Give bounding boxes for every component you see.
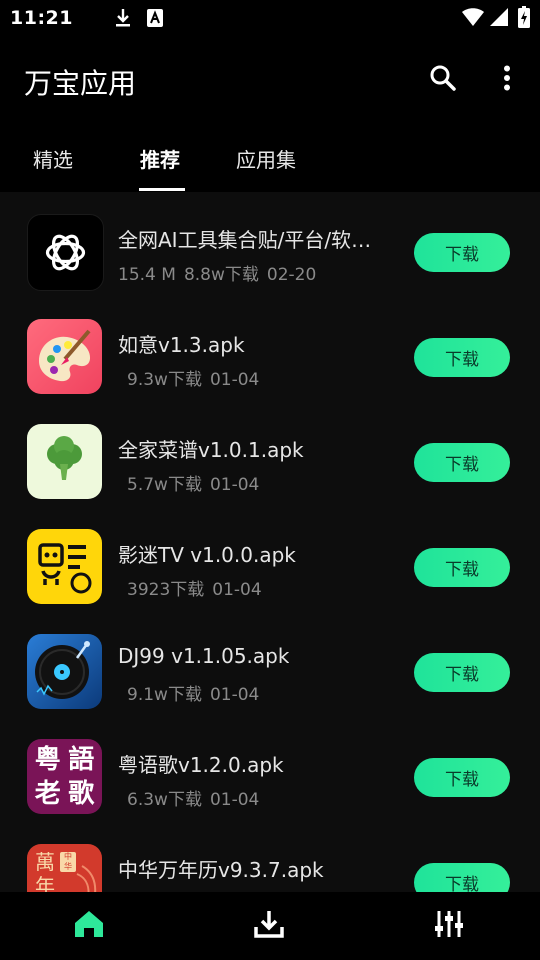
icon-char: 老 — [34, 778, 61, 809]
broccoli-icon — [27, 424, 102, 499]
calendar-icon: 萬 年 中 华 — [27, 844, 102, 892]
tab-app-collections[interactable]: 应用集 — [236, 144, 296, 173]
list-item[interactable]: 如意v1.3.apk 9.3w下载 01-04 下载 — [0, 297, 540, 402]
nav-home[interactable] — [69, 906, 109, 946]
list-item[interactable]: 粤 語 老 歌 粤语歌v1.2.0.apk 6.3w下载 01-04 下载 — [0, 717, 540, 822]
app-title: 万宝应用 — [24, 67, 137, 100]
app-meta: 5.7w下载 01-04 — [127, 470, 267, 495]
status-time: 11:21 — [10, 7, 73, 29]
app-meta: 9.1w下载 01-04 — [127, 680, 267, 705]
app-name: 如意v1.3.apk — [118, 333, 245, 357]
app-list[interactable]: 全网AI工具集合贴/平台/软件... 15.4 M 8.8w下载 02-20 下载 … — [0, 192, 540, 892]
status-bar: 11:21 — [0, 0, 540, 36]
list-item[interactable]: 萬 年 中 华 中华万年历v9.3.7.apk 下载 下载 — [0, 822, 540, 892]
list-item[interactable]: 全家菜谱v1.0.1.apk 5.7w下载 01-04 下载 — [0, 402, 540, 507]
app-bar: 万宝应用 — [0, 36, 540, 122]
home-icon — [73, 909, 105, 943]
download-count: 9.1w下载 — [127, 685, 202, 705]
download-count: 5.7w下载 — [127, 475, 202, 495]
list-item[interactable]: DJ99 v1.1.05.apk 9.1w下载 01-04 下载 — [0, 612, 540, 717]
app-date: 01-04 — [212, 580, 262, 600]
download-button[interactable]: 下载 — [414, 443, 510, 482]
download-count: 8.8w下载 — [183, 265, 259, 285]
a-notification-icon — [146, 8, 164, 32]
download-count: 3923下载 — [127, 580, 205, 600]
settings-sliders-icon — [434, 909, 464, 943]
app-size: 15.4 M — [118, 265, 176, 285]
tv-mascot-icon — [27, 529, 102, 604]
battery-icon — [518, 6, 530, 32]
app-date: 01-04 — [209, 370, 260, 390]
more-options-button[interactable] — [487, 60, 527, 100]
app-meta: 6.3w下载 01-04 — [127, 785, 267, 810]
app-meta: 9.3w下载 01-04 — [127, 365, 267, 390]
download-button[interactable]: 下载 — [414, 338, 510, 377]
signal-icon — [490, 8, 508, 30]
download-status-icon — [114, 8, 132, 32]
nav-settings[interactable] — [429, 906, 469, 946]
cantonese-songs-icon: 粤 語 老 歌 — [27, 739, 102, 814]
download-icon — [253, 909, 285, 943]
vinyl-icon — [27, 634, 102, 709]
search-icon — [429, 64, 457, 96]
app-date: 01-04 — [209, 790, 260, 810]
icon-char: 語 — [68, 745, 95, 775]
palette-icon — [27, 319, 102, 394]
tab-recommended[interactable]: 推荐 — [140, 144, 180, 173]
icon-char: 歌 — [68, 778, 95, 809]
list-item[interactable]: 全网AI工具集合贴/平台/软件... 15.4 M 8.8w下载 02-20 下载 — [0, 192, 540, 297]
app-meta: 3923下载 01-04 — [127, 575, 270, 600]
openai-icon — [27, 214, 104, 291]
download-button[interactable]: 下载 — [414, 758, 510, 797]
app-name: 全网AI工具集合贴/平台/软件... — [118, 228, 388, 252]
wifi-icon — [462, 8, 484, 30]
app-name: DJ99 v1.1.05.apk — [118, 644, 290, 668]
download-count: 6.3w下载 — [127, 790, 202, 810]
nav-downloads[interactable] — [249, 906, 289, 946]
app-date: 01-04 — [209, 685, 260, 705]
download-button[interactable]: 下载 — [414, 548, 510, 587]
icon-char: 粤 — [34, 745, 61, 775]
app-date: 01-04 — [209, 475, 260, 495]
app-name: 粤语歌v1.2.0.apk — [118, 753, 284, 777]
app-name: 中华万年历v9.3.7.apk — [118, 858, 324, 882]
active-tab-indicator — [139, 188, 185, 191]
search-button[interactable] — [423, 60, 463, 100]
bottom-navigation — [0, 892, 540, 960]
list-item[interactable]: 影迷TV v1.0.0.apk 3923下载 01-04 下载 — [0, 507, 540, 612]
download-count: 9.3w下载 — [127, 370, 202, 390]
download-button[interactable]: 下载 — [414, 653, 510, 692]
app-meta: 15.4 M 8.8w下载 02-20 — [118, 260, 324, 285]
app-name: 影迷TV v1.0.0.apk — [118, 543, 296, 567]
tab-bar: 精选 推荐 应用集 — [0, 122, 540, 192]
more-vert-icon — [503, 65, 511, 95]
tab-featured[interactable]: 精选 — [33, 144, 73, 173]
download-button[interactable]: 下载 — [414, 233, 510, 272]
app-date: 02-20 — [266, 265, 317, 285]
app-name: 全家菜谱v1.0.1.apk — [118, 438, 304, 462]
download-button[interactable]: 下载 — [414, 863, 510, 892]
